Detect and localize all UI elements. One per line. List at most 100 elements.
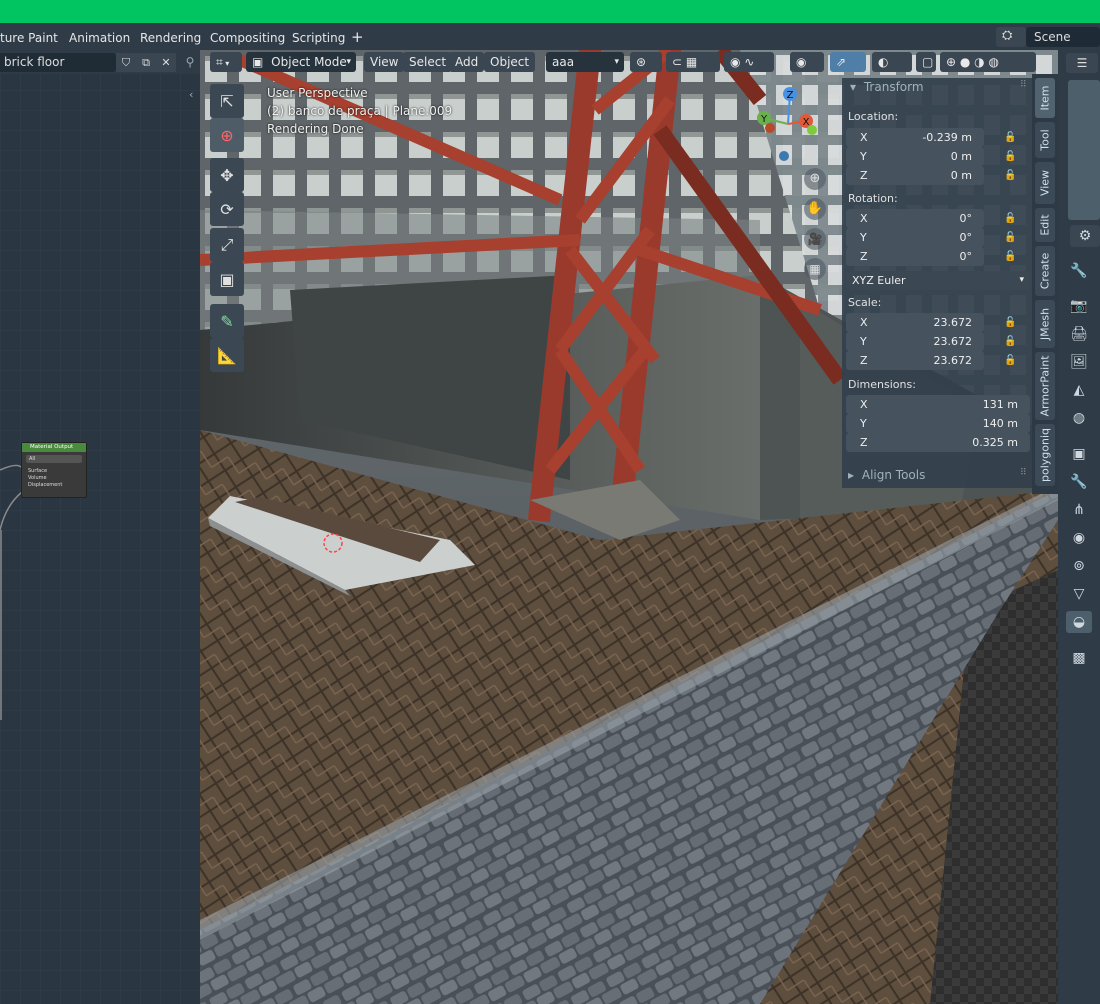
align-tools-panel-header[interactable]: ▸ Align Tools <box>848 468 925 482</box>
tool-settings-icon[interactable]: 🔧 <box>1066 260 1092 282</box>
modifier-properties-icon[interactable]: 🔧 <box>1066 471 1092 493</box>
tab-animation[interactable]: Animation <box>69 23 130 50</box>
measure-tool[interactable]: 📐 <box>210 338 244 372</box>
transform-tool[interactable]: ▣ <box>210 262 244 296</box>
cursor-tool[interactable]: ⊕ <box>210 118 244 152</box>
lock-icon[interactable]: 🔓 <box>1004 213 1016 225</box>
pan-hand-icon[interactable]: ✋ <box>804 198 826 220</box>
dimensions-x-field[interactable]: X 131 m <box>846 395 1030 414</box>
particles-properties-icon[interactable]: ⋔ <box>1066 499 1092 521</box>
render-properties-icon[interactable]: 📷 <box>1066 295 1092 317</box>
location-x-field[interactable]: X -0.239 m <box>846 128 984 147</box>
location-z-field[interactable]: Z0 m <box>846 166 984 185</box>
overlay-button[interactable]: ◐ <box>872 52 912 72</box>
close-icon[interactable]: ✕ <box>156 53 176 72</box>
tab-tool[interactable]: Tool <box>1035 122 1055 158</box>
annotate-tool[interactable]: ✎ <box>210 304 244 338</box>
fake-user-icon[interactable]: ⛉ <box>116 53 136 72</box>
tab-armorpaint[interactable]: ArmorPaint <box>1035 352 1055 420</box>
location-y-field[interactable]: Y0 m <box>846 147 984 166</box>
navigation-gizmo[interactable]: Z Y X <box>748 84 828 164</box>
lock-icon[interactable]: 🔓 <box>1004 251 1016 263</box>
properties-type-icon[interactable]: ⚙ <box>1070 225 1100 247</box>
scale-tool[interactable]: ⤢ <box>210 228 244 262</box>
transform-pivot-button[interactable]: ⊛ <box>630 52 662 72</box>
output-properties-icon[interactable]: 🖨 <box>1066 323 1092 345</box>
drag-handle-icon[interactable]: ⠿ <box>1020 468 1027 478</box>
camera-icon[interactable]: 🎥 <box>804 228 826 250</box>
tab-create[interactable]: Create <box>1035 246 1055 296</box>
editor-type-button[interactable]: ⌗ ▾ <box>210 52 242 72</box>
outliner-scroll-area[interactable] <box>1068 80 1100 220</box>
rotation-mode-select[interactable]: XYZ Euler ▾ <box>846 271 1030 290</box>
proportional-edit-button[interactable]: ◉ ∿ <box>724 52 774 72</box>
lock-icon[interactable]: 🔓 <box>1004 132 1016 144</box>
physics-properties-icon[interactable]: ◉ <box>1066 527 1092 549</box>
view-layer-icon[interactable]: 🖼 <box>1066 351 1092 373</box>
add-workspace-button[interactable]: + <box>351 23 364 50</box>
scene-browse-button[interactable]: ⛭ <box>996 27 1026 47</box>
scene-name-field[interactable]: Scene <box>1026 27 1100 47</box>
node-target-select[interactable]: All <box>26 455 82 463</box>
dimensions-y-field[interactable]: Y 140 m <box>846 414 1030 433</box>
drag-handle-icon[interactable]: ⠿ <box>1020 80 1027 90</box>
layer-select[interactable]: aaa ▾ <box>546 52 624 72</box>
ortho-grid-icon[interactable]: ▦ <box>804 258 826 280</box>
tab-jmesh[interactable]: JMesh <box>1035 300 1055 348</box>
pin-icon[interactable]: ⚲ <box>182 53 198 72</box>
lock-icon[interactable]: 🔓 <box>1004 317 1016 329</box>
lock-icon[interactable]: 🔓 <box>1004 170 1016 182</box>
chevron-down-icon: ▾ <box>222 59 230 68</box>
object-mode-select[interactable]: ▣ Object Mode ▾ <box>246 52 356 72</box>
rotation-y-field[interactable]: Y 0° <box>846 228 984 247</box>
menu-add[interactable]: Add <box>449 52 485 72</box>
lock-icon[interactable]: 🔓 <box>1004 232 1016 244</box>
scale-z-field[interactable]: Z 23.672 <box>846 351 984 370</box>
duplicate-icon[interactable]: ⧉ <box>136 53 156 72</box>
gizmo-toggle-button[interactable]: ⇗ <box>830 52 866 72</box>
xray-icon: ▢ <box>922 55 934 69</box>
object-properties-icon[interactable]: ▣ <box>1066 443 1092 465</box>
tab-texture-paint[interactable]: ture Paint <box>0 23 58 50</box>
lock-icon[interactable]: 🔓 <box>1004 336 1016 348</box>
texture-properties-icon[interactable]: ▩ <box>1066 647 1092 669</box>
scene-properties-icon[interactable]: ◭ <box>1066 379 1092 401</box>
tab-scripting[interactable]: Scripting <box>292 23 345 50</box>
select-box-tool[interactable]: ⇱ <box>210 84 244 118</box>
tab-polygoniq[interactable]: polygoniq <box>1035 424 1055 486</box>
scale-x-field[interactable]: X 23.672 <box>846 313 984 332</box>
material-output-node[interactable]: Material Output All Surface Volume Displ… <box>21 442 87 498</box>
outliner-type-icon[interactable]: ☰ <box>1066 53 1098 73</box>
lock-icon[interactable]: 🔓 <box>1004 151 1016 163</box>
menu-view[interactable]: View <box>364 52 405 72</box>
tab-compositing[interactable]: Compositing <box>210 23 285 50</box>
lock-icon[interactable]: 🔓 <box>1004 355 1016 367</box>
material-properties-icon[interactable]: ◒ <box>1066 611 1092 633</box>
transform-panel-header[interactable]: ▾ Transform <box>850 80 924 94</box>
sidebar-toggle-icon[interactable]: ‹ <box>189 88 193 101</box>
snapping-button[interactable]: ⊂ ▦ <box>666 52 720 72</box>
dimensions-z-field[interactable]: Z 0.325 m <box>846 433 1030 452</box>
menu-object[interactable]: Object <box>484 52 536 72</box>
rotation-z-field[interactable]: Z 0° <box>846 247 984 266</box>
material-name-field[interactable]: brick floor <box>0 53 116 72</box>
constraints-properties-icon[interactable]: ⊚ <box>1066 555 1092 577</box>
tab-edit[interactable]: Edit <box>1035 208 1055 242</box>
zoom-icon[interactable]: ⊕ <box>804 168 826 190</box>
scale-y-field[interactable]: Y 23.672 <box>846 332 984 351</box>
tab-view[interactable]: View <box>1035 162 1055 204</box>
tab-item[interactable]: Item <box>1035 78 1055 118</box>
shading-mode-buttons[interactable]: ⊕ ● ◑ ◍ <box>940 52 1036 72</box>
world-properties-icon[interactable]: ◍ <box>1066 407 1092 429</box>
xray-button[interactable]: ▢ <box>916 52 936 72</box>
shader-node-editor[interactable]: Material Output All Surface Volume Displ… <box>0 50 200 1004</box>
object-data-properties-icon[interactable]: ▽ <box>1066 583 1092 605</box>
node-socket-displacement[interactable]: Displacement <box>22 480 86 490</box>
move-tool[interactable]: ✥ <box>210 158 244 192</box>
rotate-tool[interactable]: ⟳ <box>210 192 244 226</box>
gizmo-x-label: X <box>803 117 810 128</box>
visibility-button[interactable]: ◉ <box>790 52 824 72</box>
rotation-x-field[interactable]: X 0° <box>846 209 984 228</box>
tab-rendering[interactable]: Rendering <box>140 23 201 50</box>
menu-select[interactable]: Select <box>403 52 453 72</box>
